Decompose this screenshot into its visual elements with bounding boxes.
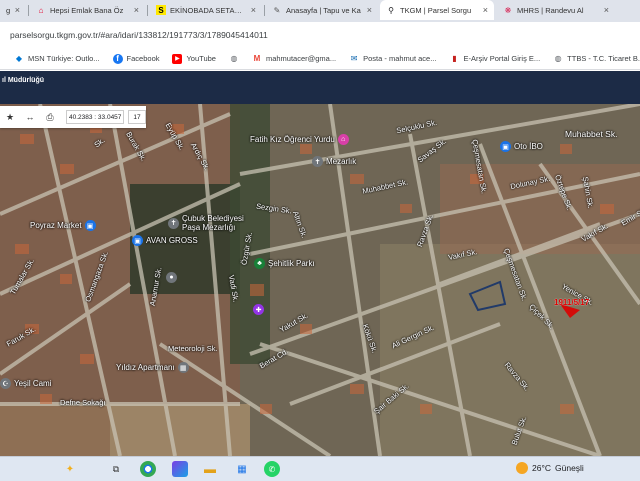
bookmark-gmail[interactable]: Mmahmutacer@gma... [252, 54, 336, 64]
store-icon[interactable]: ▦ [234, 461, 250, 477]
close-icon[interactable]: × [367, 5, 372, 15]
poi-mezarlik[interactable]: ✝ Mezarlık [312, 156, 356, 167]
bookmark-globe[interactable]: ◍ [229, 54, 239, 64]
tab-strip: gis × ⌂ Hepsi Emlak Bana Öz × S EKİNOBAD… [0, 0, 640, 22]
globe-icon: ◍ [554, 54, 562, 63]
tab-hepsiemlak[interactable]: ⌂ Hepsi Emlak Bana Öz × [30, 0, 145, 20]
close-icon[interactable]: × [483, 5, 488, 15]
globe-icon: ◍ [230, 54, 238, 63]
url-text[interactable]: parselsorgu.tkgm.gov.tr/#ara/idari/13381… [10, 30, 268, 40]
tab-parsel-sorgu[interactable]: ⚲ TKGM | Parsel Sorgu × [380, 0, 494, 20]
map-pin-icon: ⚲ [388, 5, 394, 15]
store-icon: ▣ [500, 141, 511, 152]
msn-icon: ◆ [15, 54, 23, 63]
shopping-bag-icon: ▣ [132, 235, 143, 246]
address-bar[interactable]: parselsorgu.tkgm.gov.tr/#ara/idari/13381… [0, 22, 640, 48]
street-label: Defne Sokağı [60, 398, 106, 407]
bed-icon: ⌂ [337, 134, 349, 145]
street-label: Muhabbet Sk. [565, 129, 618, 139]
health-icon[interactable]: ✚ [253, 304, 264, 315]
park-icon: ♣ [254, 258, 265, 269]
folder-icon[interactable]: ▬ [202, 461, 218, 477]
poi-sehitlik-parki[interactable]: ♣ Şehitlik Parkı [254, 258, 315, 269]
whatsapp-icon[interactable]: ✆ [264, 461, 280, 477]
close-icon[interactable]: × [251, 5, 256, 15]
site-header: ıl Müdürlüğü [0, 71, 640, 104]
bookmark-ttbs[interactable]: ◍ TTBS - T.C. Ticaret B... [553, 54, 640, 64]
hepsiemlak-icon: ⌂ [38, 5, 44, 15]
search-icon[interactable]: ✦ [62, 461, 78, 477]
tab-divider [264, 5, 265, 16]
star-icon[interactable]: ★ [0, 106, 20, 128]
weather-widget[interactable]: 26°C Güneşli [516, 462, 584, 474]
coordinate-readout: 40.2383 : 33.0457 [66, 110, 124, 124]
bookmarks-bar: ◆ MSN Türkiye: Outlo... f Facebook ▶ YouTub… [0, 48, 640, 70]
mhrs-icon: ❋ [504, 5, 512, 15]
close-icon[interactable]: × [15, 5, 20, 15]
satellite-map[interactable]: ★ ↔ ⎙ 40.2383 : 33.0457 17 Sk. Burak Sk.… [0, 104, 640, 456]
street-label: Meteoroloji Sk. [168, 344, 218, 353]
tab-sahibinden[interactable]: S EKİNOBADA SETAKEN × [150, 0, 262, 20]
tab-gis[interactable]: gis × [0, 0, 26, 20]
site-title: ıl Müdürlüğü [2, 77, 44, 84]
gmail-icon: M [253, 54, 261, 63]
sahibinden-icon: S [156, 5, 166, 15]
facebook-icon: f [112, 53, 123, 64]
zoom-level: 17 [128, 110, 146, 124]
tab-divider [28, 5, 29, 16]
poi-avan-gross[interactable]: ▣ AVAN GROSS [132, 235, 198, 246]
building-icon: ▦ [177, 362, 189, 373]
poi-poyraz-market[interactable]: Poyraz Market ▣ [30, 220, 96, 231]
bookmark-youtube[interactable]: ▶ YouTube [172, 53, 216, 64]
cemetery-icon: ✝ [168, 217, 179, 229]
poi-pasa-mezarligi[interactable]: ✝ Çubuk Belediyesi Paşa Mezarlığı [168, 214, 262, 232]
tab-mhrs[interactable]: ❋ MHRS | Randevu Al × [497, 0, 615, 20]
close-icon[interactable]: × [134, 5, 139, 15]
cemetery-icon: ✝ [312, 156, 323, 167]
print-icon[interactable]: ⎙ [40, 106, 60, 128]
tab-divider [147, 5, 148, 16]
bookmark-outlook[interactable]: ✉ Posta - mahmut ace... [349, 54, 437, 64]
poi-fatih-kiz-yurdu[interactable]: Fatih Kız Öğrenci Yurdu ⌂ [250, 134, 349, 145]
taskbar: ✦ ⧉ ▬ ▦ ✆ 26°C Güneşli [0, 456, 640, 481]
bookmark-earsiv[interactable]: ▮ E-Arşiv Portal Giriş E... [449, 54, 540, 64]
chrome-icon[interactable] [140, 461, 156, 477]
poi-oto-ibo[interactable]: ▣ Oto İBO [500, 141, 543, 152]
bookmark-msn[interactable]: ◆ MSN Türkiye: Outlo... [14, 54, 100, 64]
tab-tkgm-home[interactable]: ✎ Anasayfa | Tapu ve Ka × [266, 0, 378, 20]
shopping-bag-icon: ▣ [84, 220, 96, 231]
copilot-icon[interactable] [172, 461, 188, 477]
earsiv-icon: ▮ [452, 54, 457, 63]
youtube-icon: ▶ [172, 53, 183, 64]
task-view-icon[interactable]: ⧉ [108, 461, 124, 477]
outlook-icon: ✉ [350, 54, 358, 63]
poi-yesil-cami[interactable]: ☪ Yeşil Cami [0, 378, 52, 389]
map-toolbar: ★ ↔ ⎙ 40.2383 : 33.0457 17 [0, 106, 146, 128]
parcel-label: 1911/5/17 [554, 298, 590, 307]
measure-icon[interactable]: ↔ [20, 106, 40, 128]
place-icon[interactable]: ● [166, 272, 177, 283]
bookmark-facebook[interactable]: f Facebook [112, 53, 159, 64]
tkgm-icon: ✎ [273, 5, 281, 15]
mosque-icon: ☪ [0, 378, 11, 389]
poi-yildiz-apartmani[interactable]: Yıldız Apartmanı ▦ [116, 362, 189, 373]
close-icon[interactable]: × [604, 5, 609, 15]
sun-icon [516, 462, 528, 474]
